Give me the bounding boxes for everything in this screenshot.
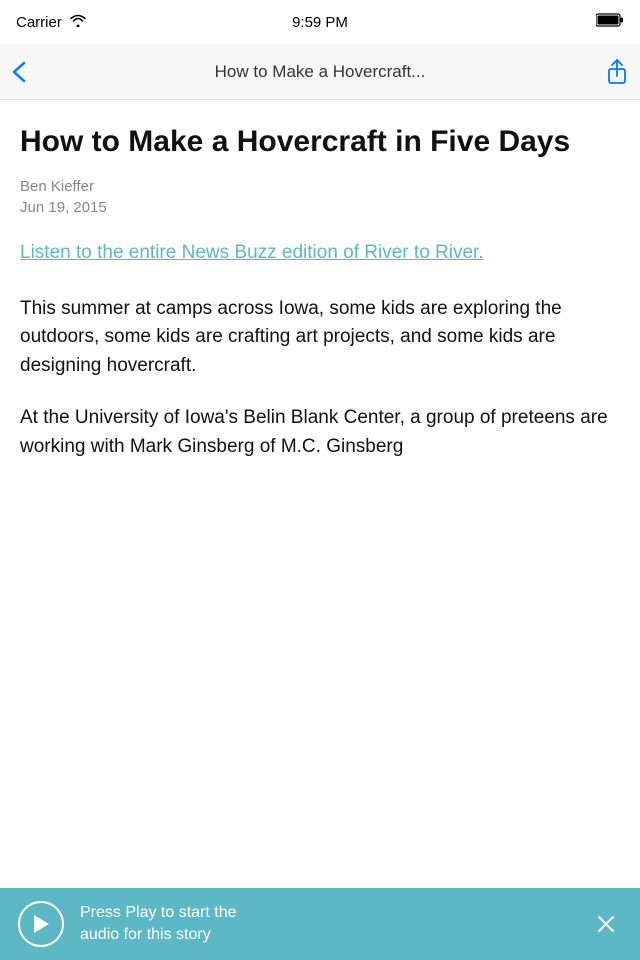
article-body: This summer at camps across Iowa, some k… — [20, 295, 620, 462]
nav-bar: How to Make a Hovercraft... — [0, 44, 640, 100]
carrier-label: Carrier — [16, 14, 62, 31]
audio-message: Press Play to start the audio for this s… — [64, 902, 590, 945]
wifi-icon — [70, 14, 86, 31]
battery-icon — [596, 13, 624, 32]
audio-message-line1: Press Play to start the — [80, 902, 574, 924]
audio-close-button[interactable] — [590, 908, 622, 940]
status-bar: Carrier 9:59 PM — [0, 0, 640, 44]
audio-message-line2: audio for this story — [80, 924, 574, 946]
article-paragraph-2: At the University of Iowa's Belin Blank … — [20, 404, 620, 461]
share-button[interactable] — [584, 59, 628, 85]
article-title: How to Make a Hovercraft in Five Days — [20, 124, 620, 160]
audio-bar: Press Play to start the audio for this s… — [0, 888, 640, 960]
nav-title: How to Make a Hovercraft... — [56, 62, 584, 82]
article-content: How to Make a Hovercraft in Five Days Be… — [0, 100, 640, 888]
article-author: Ben Kieffer — [20, 178, 620, 195]
article-paragraph-1: This summer at camps across Iowa, some k… — [20, 295, 620, 381]
article-link[interactable]: Listen to the entire News Buzz edition o… — [20, 240, 620, 267]
back-button[interactable] — [12, 61, 56, 83]
audio-play-button[interactable] — [18, 901, 64, 947]
article-date: Jun 19, 2015 — [20, 199, 620, 216]
status-time: 9:59 PM — [292, 14, 348, 31]
